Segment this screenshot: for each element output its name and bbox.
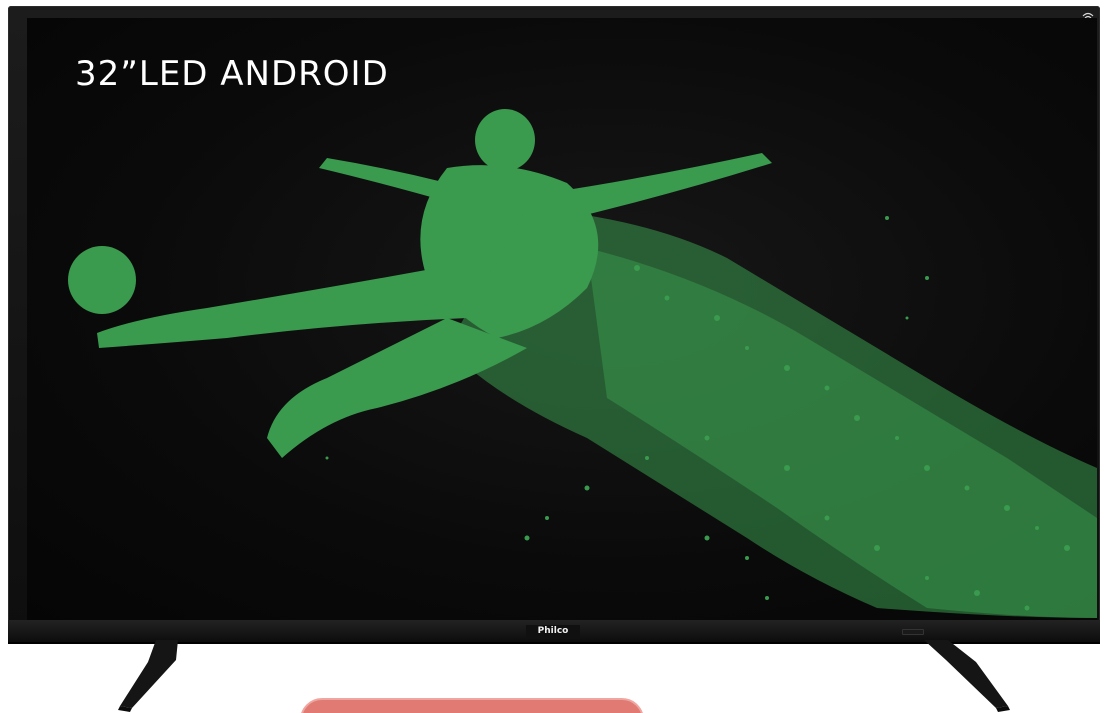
left-stand	[118, 640, 178, 712]
pink-button[interactable]	[300, 698, 644, 713]
brand-logo: Philco	[526, 625, 580, 638]
ir-sensor	[902, 629, 924, 635]
tv-frame: 32”LED ANDROID	[8, 6, 1100, 642]
product-image: 32”LED ANDROID Philco	[0, 0, 1106, 713]
right-stand	[924, 640, 1010, 712]
soccer-player-artwork	[68, 109, 1097, 618]
screen-headline: 32”LED ANDROID	[75, 54, 389, 94]
tv-screen: 32”LED ANDROID	[27, 18, 1097, 620]
